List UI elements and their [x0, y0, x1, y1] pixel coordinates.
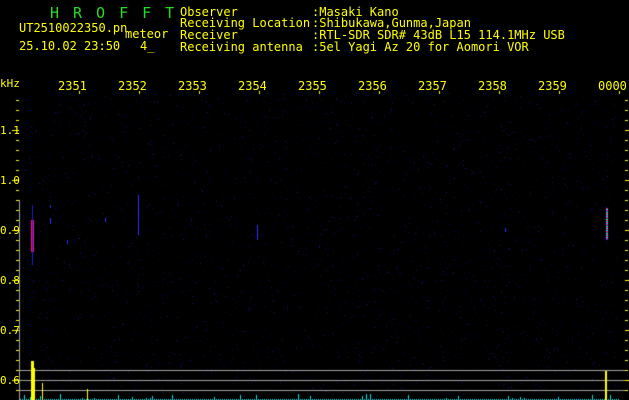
spectrogram-canvas — [0, 0, 629, 400]
info-label-antenna: Receiving antenna — [180, 40, 303, 54]
time-label: 2352 — [118, 80, 146, 92]
time-label: 2359 — [538, 80, 566, 92]
time-label: 2351 — [58, 80, 86, 92]
detection-count: 4_ — [140, 39, 155, 53]
time-label: 0000 — [598, 80, 626, 92]
freq-label: 0.9 — [0, 224, 20, 237]
time-label: 2358 — [478, 80, 506, 92]
datetime: 25.10.02 23:50 — [19, 39, 121, 53]
freq-label: 0.7 — [0, 324, 20, 337]
info-value-antenna: :5el Yagi Az 20 for Aomori VOR — [312, 40, 529, 54]
y-axis-unit: kHz — [0, 77, 20, 90]
time-label: 2355 — [298, 80, 326, 92]
app-title: HROFFT — [50, 4, 189, 22]
freq-label: 1.0 — [0, 174, 20, 187]
file-name: UT2510022350.pn — [19, 21, 128, 35]
time-label: 2354 — [238, 80, 266, 92]
time-label: 2357 — [418, 80, 446, 92]
time-label: 2356 — [358, 80, 386, 92]
freq-label: 0.8 — [0, 274, 20, 287]
freq-label: 0.6 — [0, 374, 20, 387]
freq-label: 1.1 — [0, 124, 20, 137]
time-label: 2353 — [178, 80, 206, 92]
